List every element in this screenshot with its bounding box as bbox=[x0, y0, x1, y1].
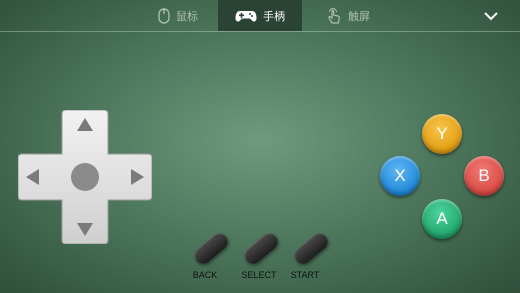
start-button[interactable] bbox=[290, 229, 332, 268]
touch-icon bbox=[326, 7, 342, 25]
mouse-icon bbox=[158, 7, 170, 24]
start-label: START bbox=[290, 270, 320, 280]
back-button[interactable] bbox=[190, 229, 232, 268]
gamepad-icon bbox=[235, 9, 257, 23]
tab-gamepad[interactable]: 手柄 bbox=[218, 0, 302, 31]
tab-mouse[interactable]: 鼠标 bbox=[148, 0, 208, 31]
header-divider bbox=[0, 31, 520, 32]
x-button[interactable]: X bbox=[380, 156, 420, 196]
back-label: BACK bbox=[192, 270, 218, 280]
tab-mouse-label: 鼠标 bbox=[176, 10, 198, 23]
tab-gamepad-label: 手柄 bbox=[263, 10, 285, 23]
dpad[interactable] bbox=[18, 110, 152, 244]
y-button[interactable]: Y bbox=[422, 114, 462, 154]
select-button[interactable] bbox=[240, 229, 282, 268]
a-button[interactable]: A bbox=[422, 199, 462, 239]
tab-touch-label: 触屏 bbox=[348, 10, 370, 23]
dpad-center bbox=[71, 163, 99, 191]
mode-tab-bar: 鼠标 手柄 触屏 bbox=[0, 0, 520, 31]
b-button[interactable]: B bbox=[464, 156, 504, 196]
chevron-down-icon[interactable] bbox=[480, 6, 502, 26]
tab-touch[interactable]: 触屏 bbox=[318, 0, 378, 31]
